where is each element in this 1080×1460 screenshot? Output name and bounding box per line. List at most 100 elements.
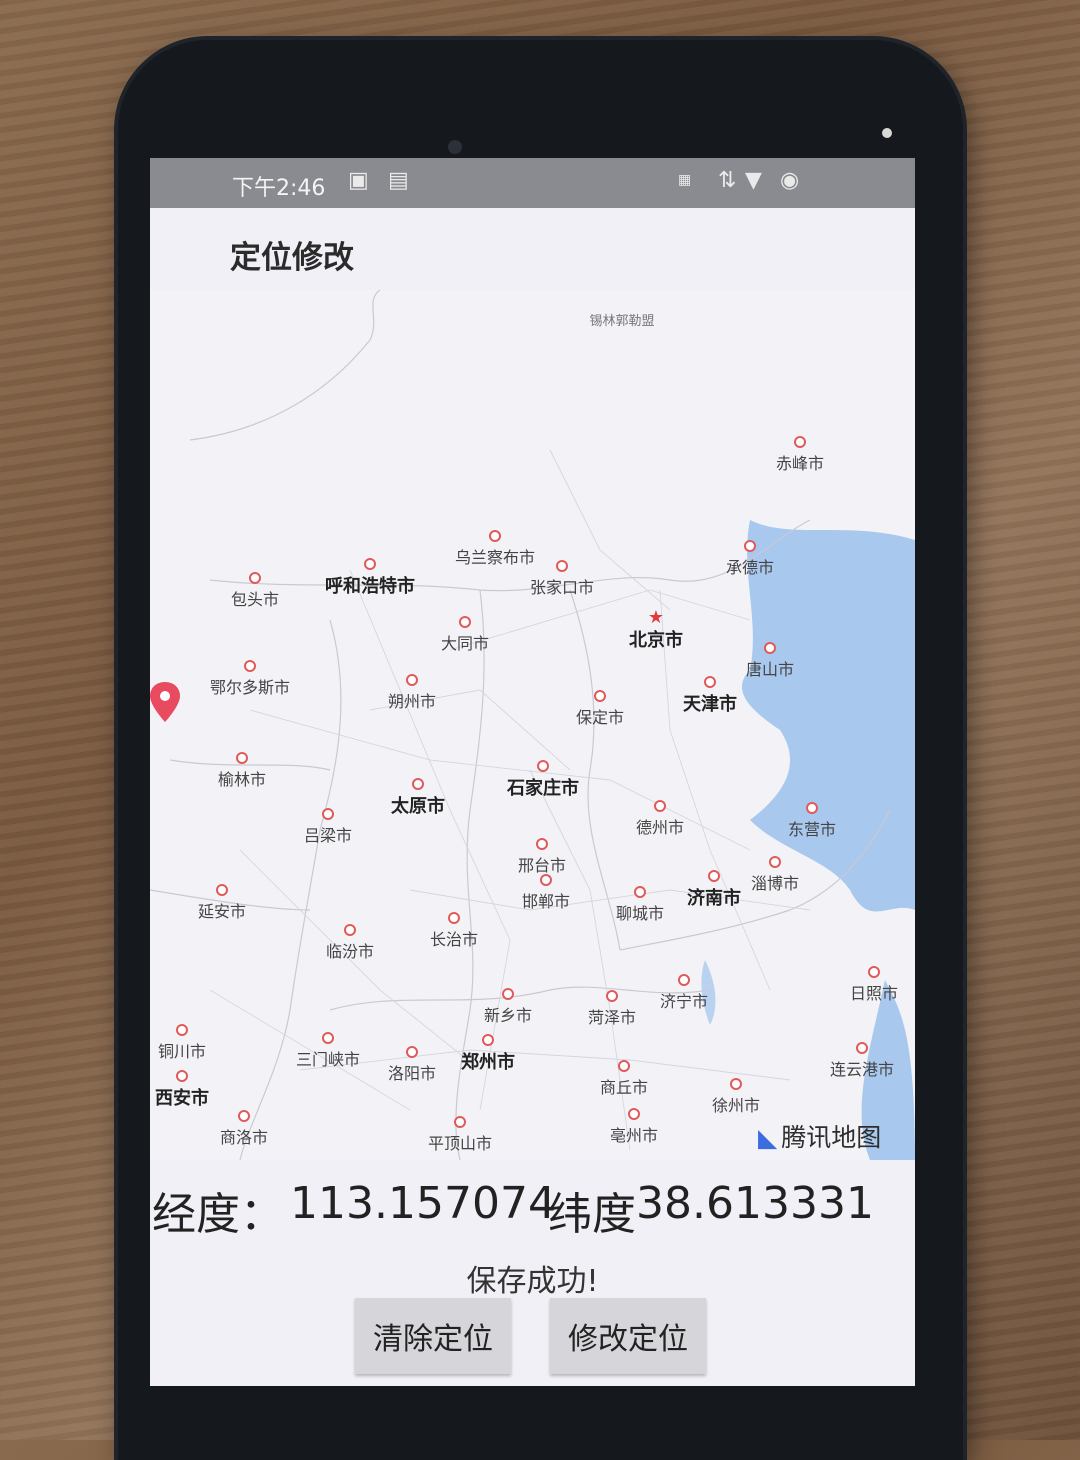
city-label[interactable]: 商丘市 bbox=[600, 1060, 648, 1098]
city-name: 延安市 bbox=[197, 902, 247, 921]
city-dot-icon bbox=[768, 856, 781, 868]
city-name: 济宁市 bbox=[659, 992, 709, 1011]
map-view[interactable]: 锡林郭勒盟 赤峰市 乌兰察布市 呼和浩特市 包头市 张家口市 承德市 大同市 ★… bbox=[150, 290, 915, 1160]
city-dot-icon bbox=[405, 674, 418, 686]
city-dot-icon bbox=[176, 1070, 188, 1082]
app-title-bar: 定位修改 bbox=[150, 208, 915, 290]
status-message: 保存成功! bbox=[466, 1264, 599, 1299]
city-label[interactable]: ★ 北京市 bbox=[629, 607, 683, 652]
city-label[interactable]: 保定市 bbox=[576, 690, 624, 728]
city-dot-icon bbox=[482, 1034, 494, 1046]
city-dot-icon bbox=[488, 530, 501, 542]
city-dot-icon bbox=[447, 912, 460, 924]
city-dot-icon bbox=[321, 1032, 334, 1044]
city-label[interactable]: 郑州市 bbox=[461, 1034, 515, 1074]
city-label[interactable]: 呼和浩特市 bbox=[325, 558, 415, 598]
city-label[interactable]: 济南市 bbox=[687, 870, 741, 910]
city-label[interactable]: 朔州市 bbox=[388, 674, 436, 712]
city-name: 鄂尔多斯市 bbox=[209, 678, 291, 697]
city-label[interactable]: 太原市 bbox=[391, 778, 445, 818]
city-label[interactable]: 徐州市 bbox=[712, 1078, 760, 1116]
city-label[interactable]: 济宁市 bbox=[660, 974, 708, 1012]
city-dot-icon bbox=[793, 436, 806, 448]
modify-location-button[interactable]: 修改定位 bbox=[550, 1298, 706, 1374]
city-name: 德州市 bbox=[635, 818, 685, 837]
signal-icon: ⇅ bbox=[718, 168, 737, 193]
city-dot-icon bbox=[867, 966, 880, 978]
city-label[interactable]: 承德市 bbox=[726, 540, 774, 578]
city-label[interactable]: 邯郸市 bbox=[522, 874, 570, 912]
city-label[interactable]: 连云港市 bbox=[830, 1042, 894, 1080]
city-name: 朔州市 bbox=[387, 692, 437, 711]
city-dot-icon bbox=[743, 540, 756, 552]
page-title: 定位修改 bbox=[230, 240, 354, 276]
city-label[interactable]: 包头市 bbox=[231, 572, 279, 610]
city-label[interactable]: 新乡市 bbox=[484, 988, 532, 1026]
city-label[interactable]: 张家口市 bbox=[530, 560, 594, 598]
city-dot-icon bbox=[343, 924, 356, 936]
city-label[interactable]: 鄂尔多斯市 bbox=[210, 660, 290, 698]
city-label[interactable]: 三门峡市 bbox=[296, 1032, 360, 1070]
city-name: 唐山市 bbox=[745, 660, 795, 679]
city-dot-icon bbox=[175, 1024, 188, 1036]
city-label[interactable]: 淄博市 bbox=[751, 856, 799, 894]
city-name: 锡林郭勒盟 bbox=[589, 314, 655, 329]
wifi-icon: ▼ bbox=[745, 168, 762, 193]
capital-star-icon: ★ bbox=[647, 607, 665, 628]
city-name: 菏泽市 bbox=[587, 1008, 637, 1027]
city-dot-icon bbox=[237, 1110, 250, 1122]
city-label[interactable]: 延安市 bbox=[198, 884, 246, 922]
notification-icon: ▣ bbox=[348, 168, 369, 193]
proximity-sensor bbox=[882, 128, 892, 138]
city-label[interactable]: 邢台市 bbox=[518, 838, 566, 876]
latitude-value: 38.613331 bbox=[636, 1178, 874, 1229]
city-label[interactable]: 乌兰察布市 bbox=[455, 530, 535, 568]
map-provider-watermark: ◣ 腾讯地图 bbox=[758, 1118, 881, 1154]
city-label[interactable]: 铜川市 bbox=[158, 1024, 206, 1062]
clear-location-button[interactable]: 清除定位 bbox=[355, 1298, 511, 1374]
city-dot-icon bbox=[855, 1042, 868, 1054]
city-name: 张家口市 bbox=[529, 578, 595, 597]
city-dot-icon bbox=[539, 874, 552, 886]
city-label[interactable]: 赤峰市 bbox=[776, 436, 824, 474]
latitude-label: 纬度 bbox=[548, 1189, 636, 1240]
city-label[interactable]: 德州市 bbox=[636, 800, 684, 838]
city-label[interactable]: 洛阳市 bbox=[388, 1046, 436, 1084]
city-label[interactable]: 日照市 bbox=[850, 966, 898, 1004]
city-label[interactable]: 西安市 bbox=[155, 1070, 209, 1110]
location-pin-icon[interactable] bbox=[150, 682, 180, 722]
city-label[interactable]: 榆林市 bbox=[218, 752, 266, 790]
city-label[interactable]: 锡林郭勒盟 bbox=[589, 310, 654, 329]
phone-screen: 下午2:46 ▣ ▤ ▦ ⇅ ▼ ◉ 定位修改 锡林郭勒盟 赤峰市 乌兰察布市 … bbox=[150, 158, 915, 1386]
city-label[interactable]: 石家庄市 bbox=[507, 760, 579, 800]
city-label[interactable]: 东营市 bbox=[788, 802, 836, 840]
city-label[interactable]: 商洛市 bbox=[220, 1110, 268, 1148]
city-dot-icon bbox=[235, 752, 248, 764]
city-name: 长治市 bbox=[429, 930, 479, 949]
city-label[interactable]: 大同市 bbox=[441, 616, 489, 654]
network-speed-icon: ▦ bbox=[678, 172, 692, 188]
city-label[interactable]: 平顶山市 bbox=[428, 1116, 492, 1154]
city-name: 天津市 bbox=[683, 694, 737, 715]
city-name: 呼和浩特市 bbox=[325, 576, 415, 597]
city-label[interactable]: 长治市 bbox=[430, 912, 478, 950]
city-dot-icon bbox=[215, 884, 228, 896]
city-label[interactable]: 菏泽市 bbox=[588, 990, 636, 1028]
city-dot-icon bbox=[458, 616, 471, 628]
city-label[interactable]: 吕梁市 bbox=[304, 808, 352, 846]
city-name: 包头市 bbox=[230, 590, 280, 609]
city-name: 吕梁市 bbox=[303, 826, 353, 845]
city-label[interactable]: 亳州市 bbox=[610, 1108, 658, 1146]
city-dot-icon bbox=[677, 974, 690, 986]
city-name: 平顶山市 bbox=[427, 1134, 493, 1153]
city-label[interactable]: 聊城市 bbox=[616, 886, 664, 924]
city-label[interactable]: 临汾市 bbox=[326, 924, 374, 962]
bohai-sea bbox=[741, 520, 915, 912]
city-name: 亳州市 bbox=[609, 1126, 659, 1145]
city-label[interactable]: 天津市 bbox=[683, 676, 737, 716]
city-name: 邢台市 bbox=[517, 856, 567, 875]
city-label[interactable]: 唐山市 bbox=[746, 642, 794, 680]
map-provider-name: 腾讯地图 bbox=[781, 1123, 882, 1152]
city-name: 乌兰察布市 bbox=[454, 548, 536, 567]
city-name: 济南市 bbox=[687, 888, 741, 909]
